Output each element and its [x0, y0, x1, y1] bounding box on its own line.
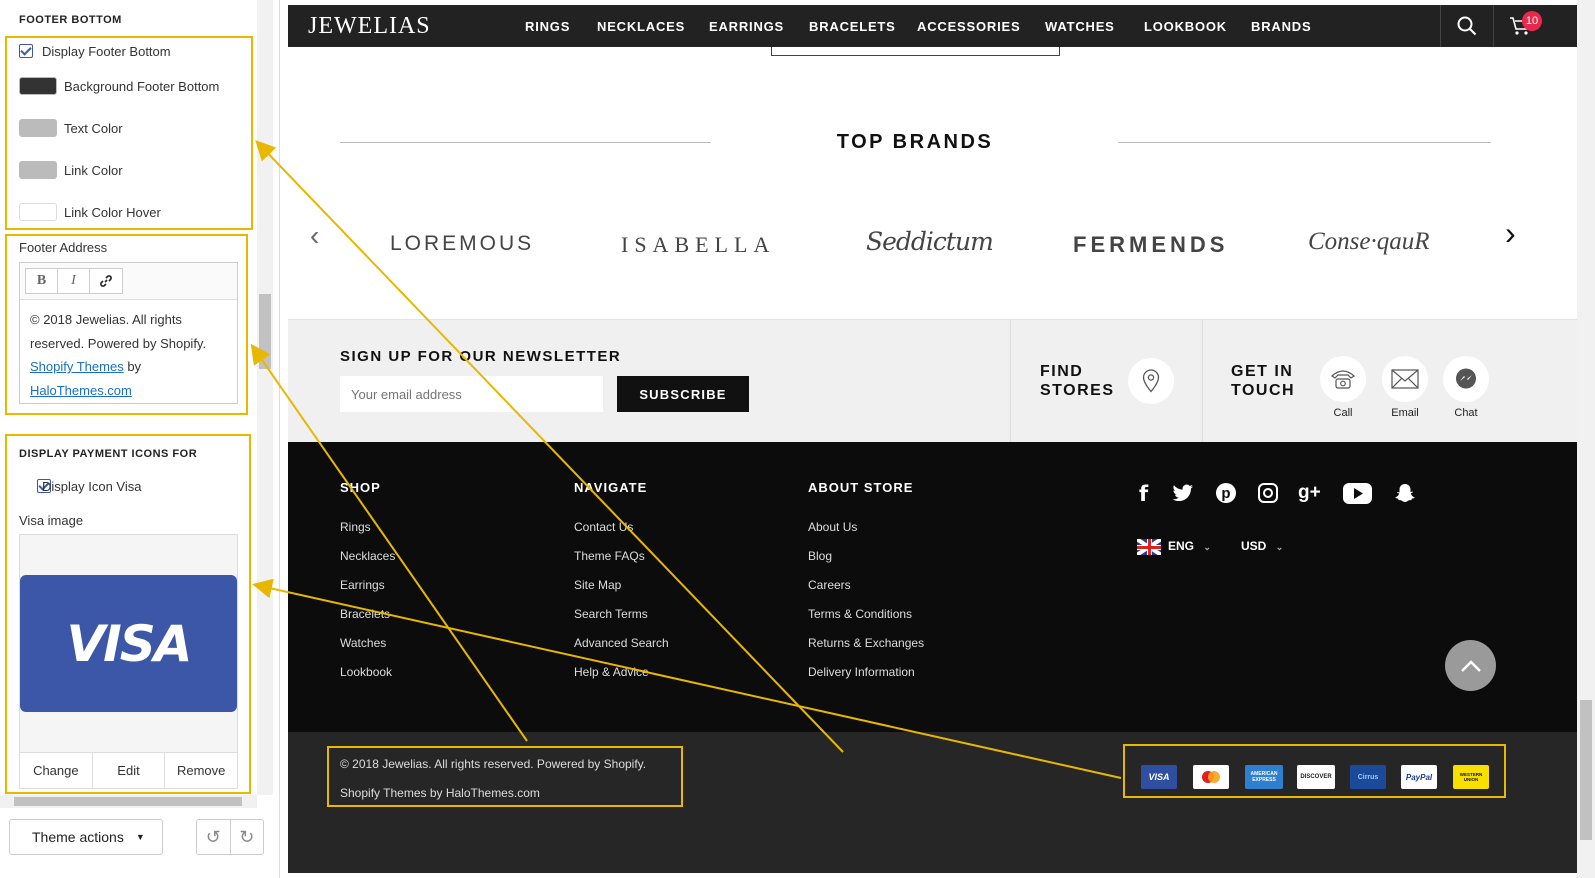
- chevron-right-icon[interactable]: ›: [1505, 215, 1516, 252]
- youtube-icon[interactable]: [1343, 483, 1372, 504]
- footer-link-lookbook[interactable]: Lookbook: [340, 665, 392, 679]
- language-selector[interactable]: ENG ⌄: [1168, 539, 1211, 553]
- newsletter-email-input[interactable]: [340, 376, 603, 412]
- currency-selector[interactable]: USD ⌄: [1241, 539, 1283, 553]
- subscribe-button[interactable]: SUBSCRIBE: [617, 376, 749, 412]
- footer-link-faqs[interactable]: Theme FAQs: [574, 549, 645, 563]
- email-icon[interactable]: [1382, 356, 1428, 402]
- newsletter-strip: SIGN UP FOR OUR NEWSLETTER SUBSCRIBE FIN…: [288, 319, 1577, 443]
- nav-watches[interactable]: WATCHES: [1045, 19, 1115, 34]
- footer-about-title: ABOUT STORE: [808, 480, 914, 495]
- footer-navigate-title: NAVIGATE: [574, 480, 648, 495]
- undo-icon[interactable]: ↺: [197, 820, 231, 854]
- nav-accessories[interactable]: ACCESSORIES: [917, 19, 1020, 34]
- language-value: ENG: [1168, 539, 1195, 553]
- store-preview: JEWELIAS RINGS NECKLACES EARRINGS BRACEL…: [288, 5, 1577, 873]
- chevron-down-icon: ⌄: [1203, 542, 1211, 552]
- get-in-touch-label: GET IN TOUCH: [1231, 362, 1295, 400]
- footer-link-rings[interactable]: Rings: [340, 520, 371, 534]
- footer-link-help[interactable]: Help & Advice: [574, 665, 649, 679]
- pinterest-icon[interactable]: p: [1216, 483, 1236, 503]
- footer-link-sitemap[interactable]: Site Map: [574, 578, 621, 592]
- theme-actions-label: Theme actions: [32, 829, 124, 845]
- nav-brands[interactable]: BRANDS: [1251, 19, 1311, 34]
- highlight-preview-copyright: [327, 746, 683, 807]
- find-stores-label[interactable]: FIND STORES: [1040, 362, 1115, 400]
- highlight-preview-payments: [1123, 744, 1506, 798]
- instagram-icon[interactable]: [1258, 483, 1278, 503]
- footer-bottom-title: FOOTER BOTTOM: [19, 14, 122, 26]
- get-in-touch-line2: TOUCH: [1231, 382, 1296, 399]
- top-brands-title: TOP BRANDS: [836, 131, 994, 153]
- find-stores-line1: FIND: [1040, 363, 1084, 380]
- nav-lookbook[interactable]: LOOKBOOK: [1144, 19, 1227, 34]
- highlight-payment-icons: [5, 434, 251, 794]
- footer-link-delivery[interactable]: Delivery Information: [808, 665, 915, 679]
- separator-1: [1010, 320, 1011, 443]
- phone-icon[interactable]: [1320, 356, 1366, 402]
- footer-link-contact[interactable]: Contact Us: [574, 520, 633, 534]
- undo-redo-group: ↺ ↻: [196, 819, 264, 855]
- find-stores-line2: STORES: [1040, 382, 1115, 399]
- brand-seddictum[interactable]: Seddictum: [866, 227, 994, 256]
- brand-isabella[interactable]: ISABELLA: [621, 232, 775, 258]
- main-navigation: JEWELIAS RINGS NECKLACES EARRINGS BRACEL…: [288, 5, 1577, 47]
- footer-link-about[interactable]: About Us: [808, 520, 857, 534]
- nav-bracelets[interactable]: BRACELETS: [809, 19, 896, 34]
- currency-value: USD: [1241, 539, 1267, 553]
- content-frame-edge: [771, 47, 1060, 56]
- footer-link-careers[interactable]: Careers: [808, 578, 851, 592]
- footer-link-search-terms[interactable]: Search Terms: [574, 607, 648, 621]
- brand-loremous[interactable]: LOREMOUS: [390, 232, 534, 256]
- chevron-down-icon: ⌄: [1275, 542, 1284, 552]
- footer-link-earrings[interactable]: Earrings: [340, 578, 385, 592]
- chat-label: Chat: [1454, 407, 1478, 419]
- chat-icon[interactable]: [1443, 356, 1489, 402]
- chevron-left-icon[interactable]: ‹: [310, 220, 319, 252]
- highlight-footer-address: [5, 234, 248, 415]
- brand-fermends[interactable]: FERMENDS: [1073, 232, 1228, 258]
- nav-rings[interactable]: RINGS: [525, 19, 570, 34]
- footer-link-blog[interactable]: Blog: [808, 549, 832, 563]
- footer-link-advanced-search[interactable]: Advanced Search: [574, 636, 669, 650]
- facebook-icon[interactable]: f: [1139, 482, 1148, 506]
- search-icon[interactable]: [1440, 5, 1493, 47]
- cart-count-badge: 10: [1522, 11, 1542, 31]
- footer: SHOP Rings Necklaces Earrings Bracelets …: [288, 442, 1577, 732]
- email-label: Email: [1391, 407, 1419, 419]
- footer-link-necklaces[interactable]: Necklaces: [340, 549, 395, 563]
- uk-flag-icon: [1137, 539, 1161, 555]
- page-scroll-thumb[interactable]: [1580, 700, 1592, 840]
- page-vertical-scrollbar[interactable]: [1577, 0, 1595, 878]
- caret-down-icon: ▼: [135, 832, 145, 842]
- brand-consequar[interactable]: Conse·qauR: [1308, 228, 1430, 256]
- nav-earrings[interactable]: EARRINGS: [709, 19, 784, 34]
- footer-shop-title: SHOP: [340, 480, 381, 495]
- back-to-top-button[interactable]: [1445, 640, 1496, 691]
- get-in-touch-line1: GET IN: [1231, 363, 1294, 380]
- snapchat-icon[interactable]: [1394, 483, 1416, 508]
- newsletter-title: SIGN UP FOR OUR NEWSLETTER: [340, 348, 622, 365]
- editor-scroll-thumb[interactable]: [259, 294, 271, 369]
- editor-horizontal-scrollbar[interactable]: [0, 795, 257, 808]
- theme-editor-panel: FOOTER BOTTOM Display Footer Bottom Back…: [0, 0, 280, 878]
- redo-icon[interactable]: ↻: [231, 820, 264, 854]
- cart-icon[interactable]: 10: [1493, 5, 1546, 47]
- twitter-icon[interactable]: [1172, 484, 1194, 507]
- google-plus-icon[interactable]: g+: [1298, 482, 1321, 504]
- separator-2: [1202, 320, 1203, 443]
- footer-link-returns[interactable]: Returns & Exchanges: [808, 636, 924, 650]
- call-label: Call: [1333, 407, 1353, 419]
- theme-actions-button[interactable]: Theme actions ▼: [9, 819, 163, 855]
- footer-link-bracelets[interactable]: Bracelets: [340, 607, 390, 621]
- footer-link-terms[interactable]: Terms & Conditions: [808, 607, 912, 621]
- editor-hscroll-thumb[interactable]: [14, 797, 242, 806]
- footer-link-watches[interactable]: Watches: [340, 636, 386, 650]
- store-logo[interactable]: JEWELIAS: [308, 13, 431, 40]
- nav-necklaces[interactable]: NECKLACES: [597, 19, 685, 34]
- editor-vertical-scrollbar[interactable]: [257, 0, 273, 795]
- location-pin-icon[interactable]: [1128, 358, 1174, 404]
- highlight-footer-bottom: [5, 36, 253, 230]
